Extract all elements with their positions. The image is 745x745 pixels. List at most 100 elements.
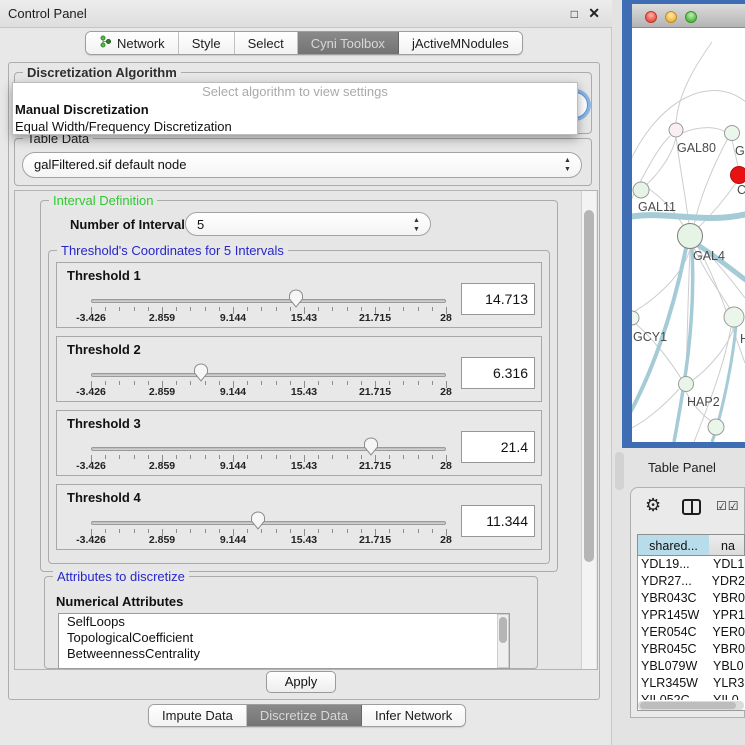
slider-track[interactable]	[91, 373, 446, 377]
cell-shared-name[interactable]: YBL079W	[638, 658, 706, 675]
threshold-2-value-input[interactable]: 6.316	[461, 357, 535, 389]
table-horizontal-scrollbar[interactable]	[638, 701, 744, 710]
table-row[interactable]: YBL079WYBL0	[638, 658, 745, 675]
slider-thumb[interactable]	[250, 511, 266, 531]
table-data-combobox[interactable]: galFiltered.sif default node ▲▼	[22, 152, 582, 178]
slider-thumb[interactable]	[193, 363, 209, 383]
number-of-intervals-value: 5	[197, 217, 204, 232]
table-row[interactable]: YDR27...YDR2	[638, 573, 745, 590]
tab-discretize-data[interactable]: Discretize Data	[247, 705, 362, 726]
tab-cyni-toolbox[interactable]: Cyni Toolbox	[298, 32, 399, 54]
control-panel-titlebar: Control Panel □ ✕	[0, 0, 612, 28]
label-gcy1: GCY1	[633, 330, 667, 344]
cell-shared-name[interactable]: YLR345W	[638, 675, 706, 692]
float-window-icon[interactable]: □	[571, 7, 578, 21]
apply-button[interactable]: Apply	[266, 671, 336, 693]
top-tabbar: Network Style Select Cyni Toolbox jActiv…	[85, 31, 523, 55]
node-red-selected[interactable]	[731, 167, 745, 184]
cell-name[interactable]: YDR2	[705, 573, 745, 590]
tab-network[interactable]: Network	[86, 32, 179, 54]
threshold-3-value-input[interactable]: 21.4	[461, 431, 535, 463]
tick-label: 9.144	[220, 534, 246, 546]
threshold-1-slider[interactable]: -3.426 2.859 9.144 15.43 21.715 28	[91, 263, 446, 329]
cell-shared-name[interactable]: YIL052C	[638, 692, 706, 700]
node-hap2[interactable]	[679, 377, 694, 392]
attributes-list-scrollbar[interactable]	[497, 614, 509, 668]
tick-label: 21.715	[359, 312, 391, 324]
slider-track[interactable]	[91, 521, 446, 525]
tab-select[interactable]: Select	[235, 32, 298, 54]
scrollbar-thumb[interactable]	[640, 702, 736, 709]
tab-impute-data[interactable]: Impute Data	[149, 705, 247, 726]
cell-shared-name[interactable]: YBR045C	[638, 641, 705, 658]
settings-vertical-scrollbar[interactable]	[581, 191, 596, 669]
node-h-partial[interactable]	[724, 307, 744, 327]
scrollbar-thumb[interactable]	[499, 617, 507, 643]
table-row[interactable]: YBR043CYBR0	[638, 590, 745, 607]
zoom-traffic-light-icon[interactable]	[685, 11, 697, 23]
dropdown-option-manual[interactable]: Manual Discretization	[13, 101, 577, 118]
tick-label: 9.144	[220, 312, 246, 324]
tab-infer-network[interactable]: Infer Network	[362, 705, 465, 726]
column-layout-icon[interactable]	[682, 499, 701, 515]
cell-name[interactable]: YPR1	[705, 607, 745, 624]
cell-shared-name[interactable]: YBR043C	[638, 590, 705, 607]
tick-label: 2.859	[149, 534, 175, 546]
label-partial-ga: GA	[735, 144, 745, 158]
tab-jactivemnodules[interactable]: jActiveMNodules	[399, 32, 522, 54]
slider-thumb[interactable]	[288, 289, 304, 309]
checkbox-icons[interactable]: ☑☑	[716, 499, 740, 513]
scrollbar-thumb[interactable]	[584, 210, 594, 562]
node-gal80[interactable]	[669, 123, 683, 137]
tab-style-label: Style	[192, 36, 221, 51]
node-gcy1[interactable]	[632, 311, 639, 325]
cell-name[interactable]: YBR0	[705, 641, 745, 658]
column-header-shared-name[interactable]: shared...	[637, 534, 710, 556]
node-partial-bottom[interactable]	[708, 419, 724, 435]
close-icon[interactable]: ✕	[588, 5, 600, 22]
close-traffic-light-icon[interactable]	[645, 11, 657, 23]
cell-name[interactable]: YLR3	[706, 675, 744, 692]
list-item-topologicalcoefficient[interactable]: TopologicalCoefficient	[59, 630, 509, 646]
tab-infer-label: Infer Network	[375, 708, 452, 723]
node-gal11[interactable]	[633, 182, 649, 198]
column-header-name[interactable]: na	[709, 534, 745, 556]
threshold-4-slider[interactable]: -3.426 2.859 9.144 15.43 21.715 28	[91, 485, 446, 551]
cell-shared-name[interactable]: YPR145W	[638, 607, 705, 624]
list-item-betweennesscentrality[interactable]: BetweennessCentrality	[59, 646, 509, 662]
slider-ticks	[91, 529, 446, 537]
threshold-3-slider[interactable]: -3.426 2.859 9.144 15.43 21.715 28	[91, 411, 446, 477]
cell-name[interactable]: YBR0	[705, 590, 745, 607]
list-item-selfloops[interactable]: SelfLoops	[59, 614, 509, 630]
splitter-handle[interactable]	[615, 452, 624, 490]
threshold-4-value-input[interactable]: 11.344	[461, 505, 535, 537]
node-partial-top-right[interactable]	[725, 126, 740, 141]
number-of-intervals-combobox[interactable]: 5 ▲▼	[185, 212, 431, 236]
threshold-2-slider[interactable]: -3.426 2.859 9.144 15.43 21.715 28	[91, 337, 446, 403]
label-partial-h: H	[740, 332, 745, 346]
table-row[interactable]: YDL19...YDL1	[638, 556, 745, 573]
threshold-1-value-input[interactable]: 14.713	[461, 283, 535, 315]
cell-name[interactable]: YBL0	[706, 658, 744, 675]
slider-track[interactable]	[91, 447, 446, 451]
network-canvas[interactable]: GAL80 GA C GAL11 GAL4 GCY1 H HAP2	[632, 28, 745, 442]
slider-thumb[interactable]	[363, 437, 379, 457]
cell-name[interactable]: YIL0	[706, 692, 739, 700]
table-row[interactable]: YPR145WYPR1	[638, 607, 745, 624]
table-row[interactable]: YIL052CYIL0	[638, 692, 745, 700]
cell-shared-name[interactable]: YDL19...	[638, 556, 706, 573]
tick-label: -3.426	[76, 534, 106, 546]
table-row[interactable]: YBR045CYBR0	[638, 641, 745, 658]
cell-shared-name[interactable]: YDR27...	[638, 573, 705, 590]
minimize-traffic-light-icon[interactable]	[665, 11, 677, 23]
slider-track[interactable]	[91, 299, 446, 303]
table-row[interactable]: YLR345WYLR3	[638, 675, 745, 692]
cell-name[interactable]: YER0	[705, 624, 745, 641]
tab-style[interactable]: Style	[179, 32, 235, 54]
node-gal4[interactable]	[678, 224, 703, 249]
cell-shared-name[interactable]: YER054C	[638, 624, 705, 641]
cell-name[interactable]: YDL1	[706, 556, 744, 573]
dropdown-option-equal-width[interactable]: Equal Width/Frequency Discretization	[13, 118, 577, 135]
gear-icon[interactable]: ⚙	[645, 495, 661, 516]
table-row[interactable]: YER054CYER0	[638, 624, 745, 641]
